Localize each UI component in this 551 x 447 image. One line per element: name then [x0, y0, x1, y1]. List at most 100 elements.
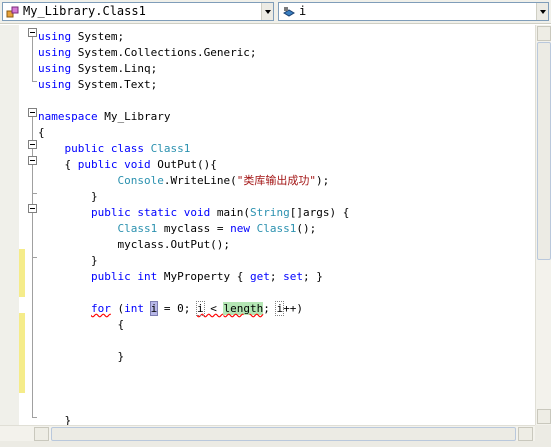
- code-line[interactable]: using System.Collections.Generic;: [38, 45, 257, 61]
- chevron-down-icon[interactable]: [261, 3, 273, 20]
- type-dropdown-value: My_Library.Class1: [23, 4, 146, 18]
- window-bottom-edge: [0, 441, 551, 447]
- code-token: }: [38, 190, 98, 203]
- scroll-left-button[interactable]: [34, 427, 49, 441]
- vertical-scroll-thumb[interactable]: [537, 42, 551, 260]
- code-token: public: [77, 158, 118, 171]
- collapse-toggle-using[interactable]: [28, 28, 37, 37]
- code-token: ++): [283, 302, 303, 315]
- code-line[interactable]: myclass.OutPut();: [38, 237, 230, 253]
- code-line[interactable]: Console.WriteLine("类库输出成功");: [38, 173, 329, 189]
- code-token: Console: [117, 174, 164, 187]
- code-token: using: [38, 62, 72, 75]
- code-line[interactable]: }: [38, 349, 124, 365]
- code-line[interactable]: using System.Linq;: [38, 61, 157, 77]
- vertical-scrollbar[interactable]: [535, 25, 551, 425]
- code-token: {: [38, 318, 125, 331]
- collapse-toggle-main[interactable]: [28, 204, 37, 213]
- code-line[interactable]: { public void OutPut(){: [38, 157, 217, 173]
- code-token: static: [137, 206, 178, 219]
- collapse-toggle-class[interactable]: [28, 140, 37, 149]
- code-token: System.Linq;: [71, 62, 158, 75]
- navigation-bar: My_Library.Class1 i: [0, 0, 551, 24]
- scroll-down-button[interactable]: [537, 409, 551, 424]
- code-token: for: [90, 302, 111, 315]
- code-line[interactable]: using System;: [38, 29, 124, 45]
- code-token: }: [38, 254, 98, 267]
- code-token: ; }: [302, 270, 323, 283]
- code-token: using: [38, 46, 72, 59]
- member-dropdown[interactable]: i: [278, 2, 549, 21]
- code-token: using: [38, 30, 72, 43]
- code-line[interactable]: {: [38, 317, 124, 333]
- code-token: ();: [296, 222, 317, 235]
- type-dropdown[interactable]: My_Library.Class1: [2, 2, 274, 21]
- code-line[interactable]: using System.Text;: [38, 77, 157, 93]
- code-token: set: [283, 270, 303, 283]
- code-line[interactable]: public static void main(String[]args) {: [38, 205, 349, 221]
- code-line[interactable]: }: [38, 253, 98, 269]
- code-line[interactable]: for (int i = 0; i < length; i++): [38, 301, 303, 317]
- code-token: public: [90, 206, 131, 219]
- code-line[interactable]: Class1 myclass = new Class1();: [38, 221, 316, 237]
- code-token: new: [230, 222, 250, 235]
- code-token: using: [38, 78, 72, 91]
- code-token: "类库输出成功": [236, 174, 316, 187]
- code-token: int: [137, 270, 158, 283]
- code-line[interactable]: }: [38, 413, 71, 425]
- code-token: []args) {: [289, 206, 350, 219]
- collapse-toggle-output[interactable]: [28, 156, 37, 165]
- code-token: {: [38, 126, 45, 139]
- chevron-down-icon[interactable]: [536, 3, 548, 20]
- code-token: public: [64, 142, 105, 155]
- scroll-right-button[interactable]: [518, 427, 533, 441]
- class-icon: [6, 6, 19, 18]
- code-line[interactable]: namespace My_Library: [38, 109, 170, 125]
- scrollbar-corner: [535, 425, 551, 441]
- code-token: }: [38, 350, 125, 363]
- code-token: System;: [71, 30, 125, 43]
- code-token: myclass.OutPut();: [38, 238, 231, 251]
- code-token: ;: [263, 302, 277, 315]
- code-line[interactable]: }: [38, 189, 98, 205]
- code-token: public: [90, 270, 131, 283]
- code-token: = 0;: [157, 302, 197, 315]
- code-token: namespace: [38, 110, 98, 123]
- scroll-up-button[interactable]: [537, 26, 551, 41]
- code-token: .WriteLine(: [163, 174, 237, 187]
- code-line[interactable]: public class Class1: [38, 141, 191, 157]
- indicator-margin: [0, 25, 19, 425]
- change-marker: [19, 313, 25, 393]
- code-line[interactable]: public int MyProperty { get; set; }: [38, 269, 323, 285]
- code-token: OutPut(){: [150, 158, 217, 171]
- code-token: void: [124, 158, 151, 171]
- code-token: get: [249, 270, 270, 283]
- code-editor[interactable]: using System; using System.Collections.Ge…: [0, 25, 535, 425]
- code-token: main(: [210, 206, 250, 219]
- code-token: My_Library: [97, 110, 171, 123]
- horizontal-scrollbar[interactable]: [0, 425, 535, 441]
- field-icon: [283, 7, 295, 17]
- code-token: myclass =: [157, 222, 231, 235]
- code-token: Class1: [117, 222, 158, 235]
- code-token: length: [223, 302, 264, 315]
- collapse-toggle-namespace[interactable]: [28, 108, 37, 117]
- code-token: void: [183, 206, 211, 219]
- code-token: ;: [269, 270, 284, 283]
- code-token: <: [203, 302, 224, 315]
- code-line[interactable]: {: [38, 125, 45, 141]
- code-token: class: [110, 142, 144, 155]
- code-token: }: [38, 414, 72, 425]
- code-token: System.Text;: [71, 78, 158, 91]
- horizontal-scroll-thumb[interactable]: [51, 427, 516, 441]
- member-dropdown-value: i: [299, 4, 307, 18]
